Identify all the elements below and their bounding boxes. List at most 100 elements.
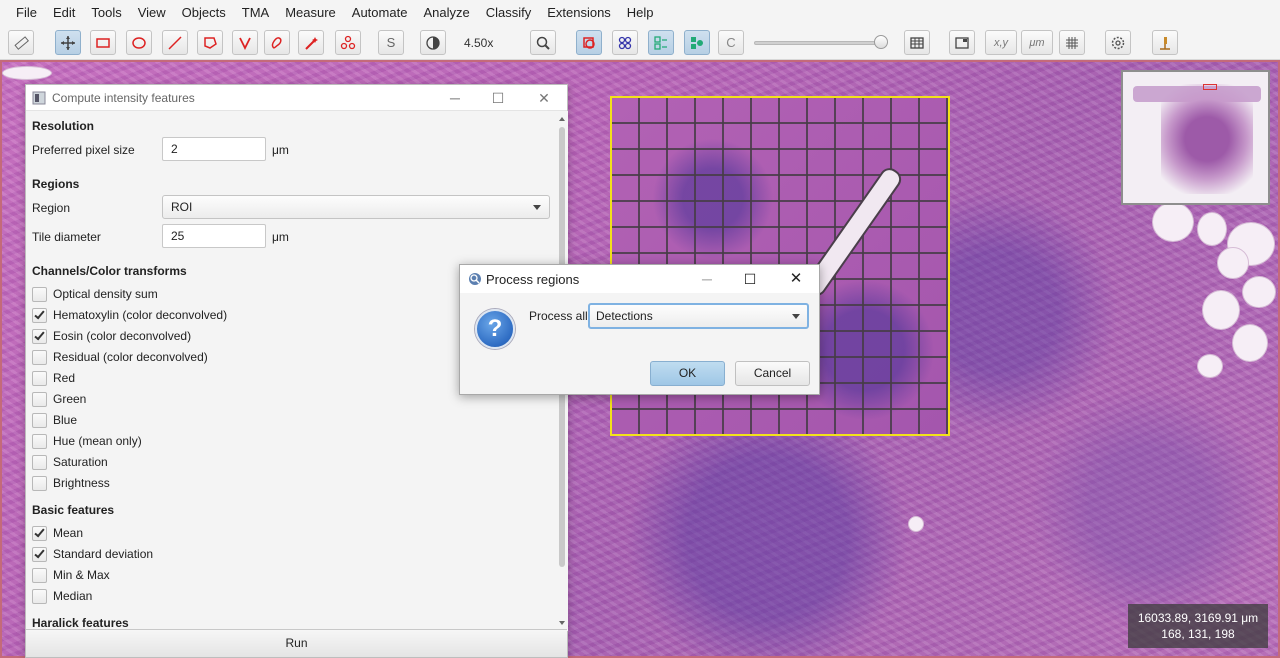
tissue-region — [1232, 324, 1268, 362]
checkbox-unchecked[interactable] — [32, 567, 47, 583]
menu-analyze[interactable]: Analyze — [415, 5, 477, 20]
tissue-region — [1197, 354, 1223, 378]
checkbox-row[interactable]: Blue — [32, 411, 77, 429]
line-tool-button[interactable] — [162, 30, 188, 55]
pixel-size-input[interactable]: 2 — [162, 137, 266, 161]
process-maximize-button[interactable]: ☐ — [741, 270, 759, 288]
polyline-tool-button[interactable] — [232, 30, 258, 55]
maximize-button[interactable]: ☐ — [489, 89, 507, 107]
checkbox-unchecked[interactable] — [32, 286, 47, 302]
process-dialog-titlebar[interactable]: Process regions — [460, 265, 819, 293]
show-location-button[interactable]: x,y — [985, 30, 1017, 55]
checkbox-unchecked[interactable] — [32, 454, 47, 470]
show-connections-button[interactable]: C — [718, 30, 744, 55]
checkbox-row[interactable]: Saturation — [32, 453, 108, 471]
checkbox-row[interactable]: Red — [32, 369, 75, 387]
move-tool-button[interactable] — [55, 30, 81, 55]
process-close-button[interactable]: ✕ — [787, 270, 805, 288]
close-button[interactable]: ✕ — [535, 89, 553, 107]
region-dropdown[interactable]: ROI — [162, 195, 550, 219]
menu-tma[interactable]: TMA — [234, 5, 277, 20]
overview-tissue — [1161, 84, 1253, 194]
opacity-slider[interactable] — [754, 41, 884, 45]
tile-diameter-input[interactable]: 25 — [162, 224, 266, 248]
wand-tool-button[interactable] — [298, 30, 324, 55]
points-tool-button[interactable] — [335, 30, 361, 55]
tissue-region — [908, 516, 924, 532]
menu-classify[interactable]: Classify — [478, 5, 540, 20]
opacity-slider-thumb[interactable] — [874, 35, 888, 49]
checkbox-unchecked[interactable] — [32, 391, 47, 407]
show-detections-button[interactable] — [648, 30, 674, 55]
zoom-to-fit-button[interactable] — [530, 30, 556, 55]
checkbox-checked[interactable] — [32, 328, 47, 344]
checkbox-unchecked[interactable] — [32, 433, 47, 449]
checkbox-row[interactable]: Standard deviation — [32, 545, 153, 563]
polygon-tool-button[interactable] — [197, 30, 223, 55]
cursor-rgb: 168, 131, 198 — [1161, 627, 1235, 641]
checkbox-unchecked[interactable] — [32, 412, 47, 428]
overview-thumbnail[interactable] — [1121, 70, 1270, 205]
checkbox-unchecked[interactable] — [32, 475, 47, 491]
brush-tool-button[interactable] — [264, 30, 290, 55]
menu-view[interactable]: View — [130, 5, 174, 20]
ok-button[interactable]: OK — [650, 361, 725, 386]
fill-detections-button[interactable] — [684, 30, 710, 55]
line-icon — [168, 35, 182, 50]
menu-edit[interactable]: Edit — [45, 5, 83, 20]
menu-help[interactable]: Help — [619, 5, 662, 20]
s-label: S — [386, 35, 396, 50]
ellipse-tool-button[interactable] — [126, 30, 152, 55]
ruler-tool-button[interactable] — [8, 30, 34, 55]
contrast-icon — [426, 35, 440, 50]
selection-mode-button[interactable]: S — [378, 30, 404, 55]
measurement-table-button[interactable] — [904, 30, 930, 55]
checkbox-unchecked[interactable] — [32, 588, 47, 604]
overview-toggle-button[interactable] — [949, 30, 975, 55]
checkbox-row[interactable]: Median — [32, 587, 92, 605]
menu-tools[interactable]: Tools — [83, 5, 129, 20]
scroll-up-icon[interactable] — [559, 117, 565, 121]
checkbox-checked[interactable] — [32, 307, 47, 323]
menu-measure[interactable]: Measure — [277, 5, 344, 20]
checkbox-row[interactable]: Brightness — [32, 474, 110, 492]
checkbox-row[interactable]: Residual (color deconvolved) — [32, 348, 208, 366]
rectangle-tool-button[interactable] — [90, 30, 116, 55]
chevron-down-icon — [533, 205, 541, 210]
checkbox-row[interactable]: Mean — [32, 524, 83, 542]
dialog-titlebar[interactable]: Compute intensity features — [26, 85, 567, 111]
checkbox-row[interactable]: Min & Max — [32, 566, 110, 584]
minimize-button[interactable]: ─ — [446, 89, 464, 107]
checkbox-unchecked[interactable] — [32, 349, 47, 365]
checkbox-checked[interactable] — [32, 546, 47, 562]
menu-extensions[interactable]: Extensions — [539, 5, 619, 20]
show-tma-grid-button[interactable] — [612, 30, 638, 55]
checkbox-row[interactable]: Green — [32, 390, 86, 408]
annotations-icon — [583, 36, 595, 49]
process-dialog-title: Process regions — [486, 271, 580, 287]
checkbox-row[interactable]: Eosin (color deconvolved) — [32, 327, 191, 345]
checkbox-row[interactable]: Hue (mean only) — [32, 432, 142, 450]
show-annotations-button[interactable] — [576, 30, 602, 55]
menu-automate[interactable]: Automate — [344, 5, 416, 20]
run-button[interactable]: Run — [26, 629, 567, 657]
menu-objects[interactable]: Objects — [174, 5, 234, 20]
scroll-down-icon[interactable] — [559, 621, 565, 625]
grid-button[interactable] — [1059, 30, 1085, 55]
brightness-contrast-button[interactable] — [420, 30, 446, 55]
checkbox-label: Standard deviation — [53, 547, 154, 561]
log-button[interactable] — [1152, 30, 1178, 55]
preferences-button[interactable] — [1105, 30, 1131, 55]
cancel-button[interactable]: Cancel — [735, 361, 810, 386]
checkbox-unchecked[interactable] — [32, 370, 47, 386]
scalebar-button[interactable]: μm — [1021, 30, 1053, 55]
c-label: C — [726, 35, 736, 50]
checkbox-row[interactable]: Hematoxylin (color deconvolved) — [32, 306, 227, 324]
menu-file[interactable]: File — [8, 5, 45, 20]
chevron-down-icon — [792, 314, 800, 319]
process-all-dropdown[interactable]: Detections — [588, 303, 809, 329]
ellipse-icon — [132, 36, 146, 49]
checkbox-checked[interactable] — [32, 525, 47, 541]
checkbox-row[interactable]: Optical density sum — [32, 285, 158, 303]
process-minimize-button[interactable]: ─ — [698, 270, 716, 288]
